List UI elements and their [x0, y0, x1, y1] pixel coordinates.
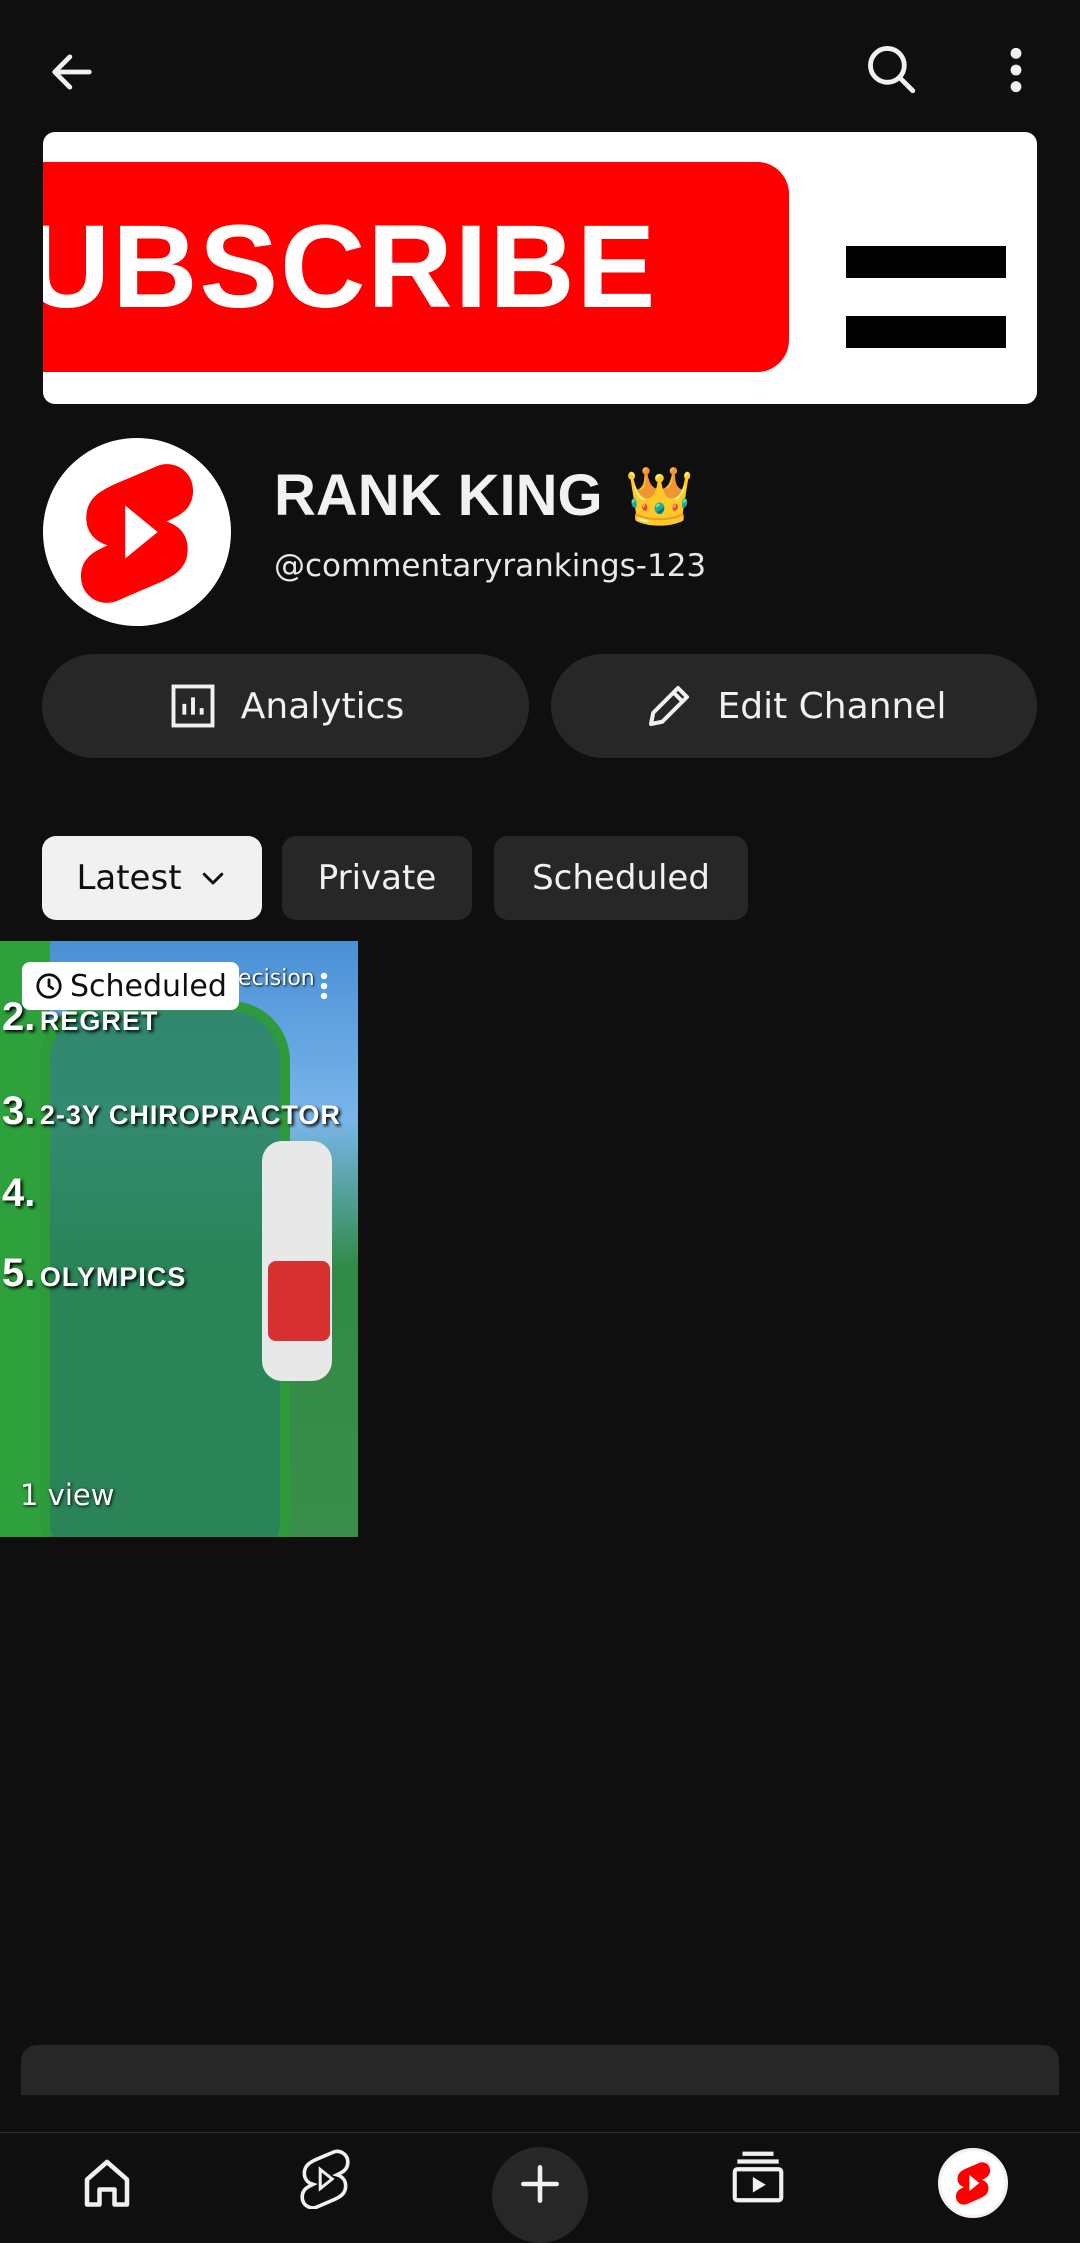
- rank-line: 3. 2-3Y CHIROPRACTOR: [2, 1089, 341, 1133]
- create-button-circle: [492, 2147, 588, 2243]
- profile-avatar: [938, 2148, 1008, 2218]
- shorts-logo-icon: [955, 2162, 991, 2205]
- banner-subscribe-graphic: UBSCRIBE: [43, 162, 789, 372]
- pencil-icon: [648, 685, 689, 727]
- rank-line: 5. OLYMPICS: [2, 1251, 187, 1295]
- filter-latest-label: Latest: [76, 858, 182, 898]
- channel-name-text: RANK KING: [274, 463, 603, 528]
- plus-icon: [521, 2165, 559, 2203]
- nav-subscriptions[interactable]: [720, 2141, 796, 2203]
- scheduled-badge: Scheduled: [22, 962, 239, 1010]
- banner-bar: [846, 246, 1006, 278]
- more-vertical-icon: [320, 972, 328, 1000]
- bottom-navigation: [0, 2132, 1080, 2243]
- video-thumbnail[interactable]: 2. REGRET 3. 2-3Y CHIROPRACTOR 4. 5. OLY…: [0, 941, 358, 1537]
- edit-channel-label: Edit Channel: [717, 685, 947, 727]
- video-more-button[interactable]: [312, 962, 336, 1010]
- analytics-label: Analytics: [240, 685, 405, 727]
- search-button[interactable]: [854, 32, 928, 106]
- scheduled-badge-label: Scheduled: [70, 968, 227, 1004]
- video-overlay-title: ecision: [238, 966, 315, 991]
- shorts-icon: [300, 2149, 350, 2209]
- bottom-sheet[interactable]: [21, 2045, 1059, 2095]
- home-icon: [84, 2159, 130, 2207]
- clock-icon: [36, 973, 62, 999]
- nav-you[interactable]: [938, 2145, 1008, 2218]
- analytics-button[interactable]: Analytics: [42, 654, 529, 758]
- arrow-left-icon: [52, 54, 92, 90]
- thumbnail-person-shorts: [268, 1261, 330, 1341]
- filter-scheduled-label: Scheduled: [532, 858, 710, 898]
- crown-emoji: 👑: [624, 463, 695, 527]
- filter-chip-scheduled[interactable]: Scheduled: [494, 836, 748, 920]
- filter-private-label: Private: [317, 858, 437, 898]
- nav-home[interactable]: [72, 2147, 142, 2207]
- nav-create[interactable]: [492, 2147, 588, 2243]
- more-options-button[interactable]: [988, 36, 1044, 104]
- subscriptions-icon: [732, 2151, 784, 2203]
- back-button[interactable]: [36, 36, 108, 108]
- search-icon: [868, 46, 916, 94]
- filter-chip-private[interactable]: Private: [282, 836, 472, 920]
- more-vertical-icon: [1010, 47, 1022, 93]
- filter-chip-latest[interactable]: Latest: [42, 836, 262, 920]
- edit-channel-button[interactable]: Edit Channel: [551, 654, 1037, 758]
- channel-handle: @commentaryrankings-123: [274, 548, 707, 584]
- channel-name: RANK KING 👑: [274, 462, 694, 529]
- channel-avatar[interactable]: [43, 438, 231, 626]
- shorts-logo-icon: [80, 464, 194, 603]
- rank-line: 4.: [2, 1171, 36, 1215]
- analytics-icon: [171, 684, 215, 728]
- nav-shorts[interactable]: [290, 2143, 360, 2209]
- channel-banner: UBSCRIBE: [43, 132, 1037, 404]
- banner-text: UBSCRIBE: [43, 201, 658, 333]
- banner-bar: [846, 316, 1006, 348]
- chevron-down-icon: [202, 872, 223, 885]
- video-view-count: 1 view: [20, 1478, 115, 1512]
